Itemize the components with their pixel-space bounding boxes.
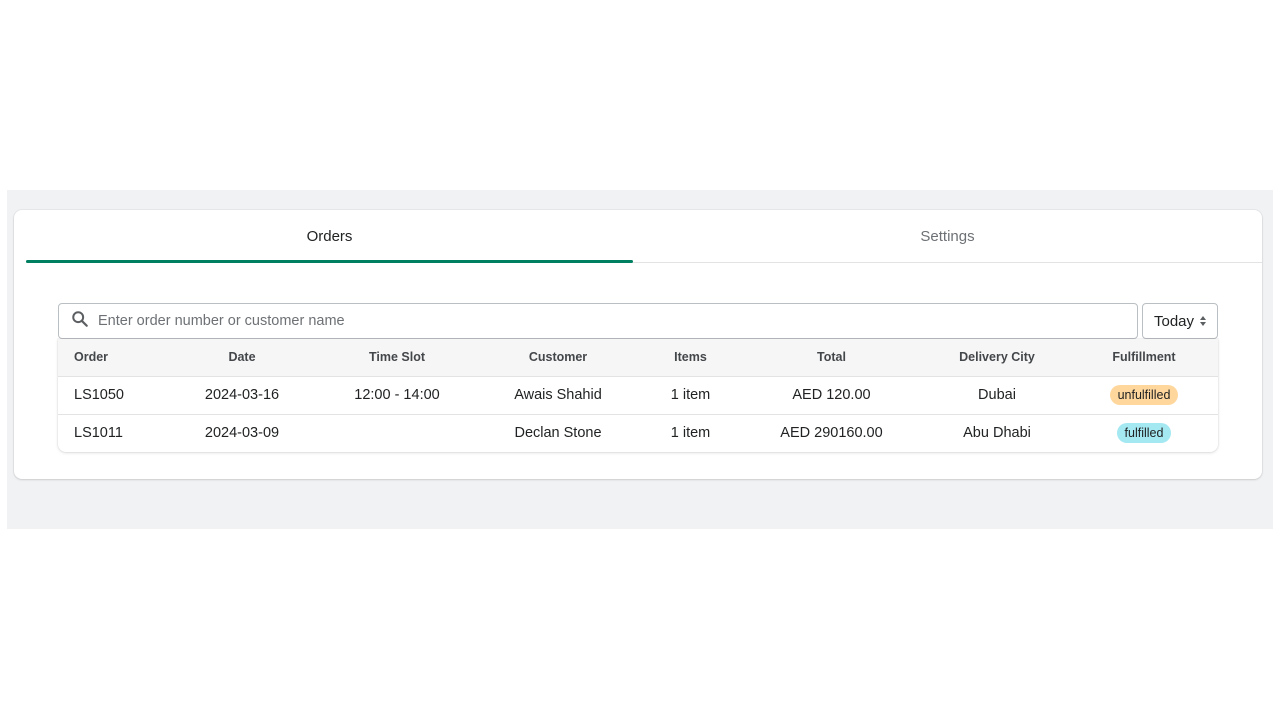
column-header-date[interactable]: Date [164,339,320,377]
column-header-order[interactable]: Order [58,339,164,377]
tab-bar: Orders Settings [26,210,1262,263]
date-filter-select[interactable]: Today [1142,303,1218,339]
search-icon [71,310,89,333]
date-filter-value: Today [1153,312,1195,330]
item-count: 1 item [670,387,711,403]
time-slot: 12:00 - 14:00 [354,387,440,403]
fulfillment-badge: unfulfilled [1109,385,1179,405]
order-total: AED 120.00 [792,387,871,403]
item-count: 1 item [670,425,711,442]
order-total: AED 290160.00 [780,425,883,442]
fulfillment-badge: fulfilled [1116,423,1172,444]
time-slot [320,414,474,452]
orders-card: Orders Settings Today Order Date Tim [14,210,1262,479]
select-arrows-icon [1200,316,1207,326]
column-header-fulfillment[interactable]: Fulfillment [1070,339,1218,377]
table-row[interactable]: LS1011 2024-03-09 Declan Stone 1 item AE… [58,414,1218,452]
delivery-city: Abu Dhabi [963,425,1031,442]
orders-table: Order Date Time Slot Customer Items Tota… [58,339,1218,452]
tab-orders[interactable]: Orders [26,210,633,263]
column-header-total[interactable]: Total [739,339,924,377]
customer-name: Declan Stone [514,425,602,442]
search-input[interactable] [98,313,1137,329]
delivery-city: Dubai [978,387,1016,403]
column-header-items[interactable]: Items [642,339,739,377]
column-header-time-slot[interactable]: Time Slot [320,339,474,377]
column-header-customer[interactable]: Customer [474,339,642,377]
table-header-row: Order Date Time Slot Customer Items Tota… [58,339,1218,377]
search-box[interactable] [58,303,1138,339]
order-number: LS1011 [74,425,123,442]
column-header-delivery-city[interactable]: Delivery City [924,339,1070,377]
order-date: 2024-03-09 [204,425,280,442]
table-row[interactable]: LS1050 2024-03-16 12:00 - 14:00 Awais Sh… [58,376,1218,414]
customer-name: Awais Shahid [514,387,602,403]
tab-settings[interactable]: Settings [633,210,1262,262]
order-date: 2024-03-16 [204,387,280,403]
search-row: Today [58,303,1218,339]
order-number: LS1050 [74,387,124,403]
